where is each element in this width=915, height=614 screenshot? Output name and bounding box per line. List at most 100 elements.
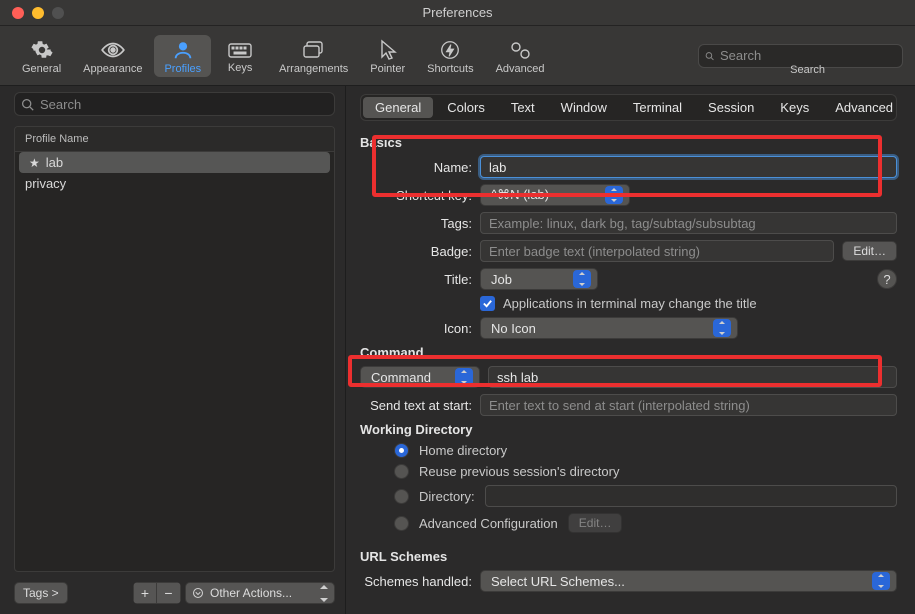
menu-icon — [192, 587, 204, 599]
profile-search[interactable] — [14, 92, 335, 116]
toolbar-label: Keys — [228, 62, 252, 74]
right-panel: General Colors Text Window Terminal Sess… — [346, 86, 915, 614]
schemes-popup[interactable]: Select URL Schemes... — [480, 570, 897, 592]
toolbar-label: Pointer — [370, 63, 405, 75]
toolbar-search-input[interactable] — [714, 48, 896, 63]
left-panel: Profile Name ★ lab privacy Tags > + − — [0, 86, 346, 614]
title-popup[interactable]: Job — [480, 268, 598, 290]
schemes-value: Select URL Schemes... — [491, 574, 864, 589]
keyboard-icon — [228, 40, 252, 60]
profile-icon — [172, 39, 194, 61]
command-type-value: Command — [371, 370, 447, 385]
toolbar-label: Appearance — [83, 63, 142, 75]
other-actions-dropdown[interactable]: Other Actions... — [185, 582, 335, 604]
add-remove-segment: + − — [133, 582, 181, 604]
command-input[interactable] — [488, 366, 897, 388]
command-type-popup[interactable]: Command — [360, 366, 480, 388]
label-icon: Icon: — [350, 321, 480, 336]
apps-change-title-label: Applications in terminal may change the … — [503, 296, 757, 311]
section-url-title: URL Schemes — [360, 549, 897, 564]
profile-tabbar: General Colors Text Window Terminal Sess… — [360, 94, 897, 121]
toolbar-general[interactable]: General — [12, 35, 71, 77]
toolbar-label: Shortcuts — [427, 63, 473, 75]
section-working-title: Working Directory — [360, 422, 897, 437]
section-command-title: Command — [360, 345, 897, 360]
badge-edit-button[interactable]: Edit… — [842, 241, 897, 261]
eye-icon — [100, 39, 126, 61]
profile-name: lab — [46, 155, 63, 170]
gear-icon — [31, 39, 53, 61]
profile-list-header[interactable]: Profile Name — [15, 127, 334, 152]
label-name: Name: — [350, 160, 480, 175]
toolbar-pointer[interactable]: Pointer — [360, 35, 415, 77]
toolbar-label: Arrangements — [279, 63, 348, 75]
label-schemes: Schemes handled: — [350, 574, 480, 589]
add-profile-button[interactable]: + — [133, 582, 157, 604]
tags-input[interactable] — [480, 212, 897, 234]
profile-search-input[interactable] — [40, 97, 328, 112]
radio-reuse[interactable] — [394, 464, 409, 479]
search-icon — [705, 49, 714, 63]
tab-advanced[interactable]: Advanced — [823, 97, 905, 118]
radio-directory-label: Directory: — [419, 489, 475, 504]
toolbar-search-caption: Search — [790, 64, 825, 76]
profile-row-lab[interactable]: ★ lab — [19, 152, 330, 173]
tab-window[interactable]: Window — [549, 97, 619, 118]
radio-advanced[interactable] — [394, 516, 409, 531]
star-icon: ★ — [29, 156, 40, 170]
toolbar-label: Profiles — [164, 63, 201, 75]
label-sendtext: Send text at start: — [350, 398, 480, 413]
other-actions-label: Other Actions... — [210, 586, 292, 600]
toolbar-shortcuts[interactable]: Shortcuts — [417, 35, 483, 77]
tab-colors[interactable]: Colors — [435, 97, 497, 118]
tab-terminal[interactable]: Terminal — [621, 97, 694, 118]
label-title: Title: — [350, 272, 480, 287]
tab-text[interactable]: Text — [499, 97, 547, 118]
radio-home-label: Home directory — [419, 443, 507, 458]
tags-button-label: Tags > — [23, 586, 59, 600]
tab-general[interactable]: General — [363, 97, 433, 118]
profile-row-privacy[interactable]: privacy — [15, 173, 334, 194]
toolbar-advanced[interactable]: Advanced — [486, 35, 555, 77]
section-basics-title: Basics — [360, 135, 897, 150]
toolbar-appearance[interactable]: Appearance — [73, 35, 152, 77]
radio-home[interactable] — [394, 443, 409, 458]
radio-advanced-label: Advanced Configuration — [419, 516, 558, 531]
label-tags: Tags: — [350, 216, 480, 231]
profile-name: privacy — [25, 176, 66, 191]
directory-input[interactable] — [485, 485, 897, 507]
radio-reuse-label: Reuse previous session's directory — [419, 464, 619, 479]
title-value: Job — [491, 272, 565, 287]
tab-session[interactable]: Session — [696, 97, 766, 118]
toolbar-arrangements[interactable]: Arrangements — [269, 35, 358, 77]
advanced-edit-button: Edit… — [568, 513, 623, 533]
bolt-icon — [439, 39, 461, 61]
shortcut-popup[interactable]: ^⌘N (lab) — [480, 184, 630, 206]
remove-profile-button[interactable]: − — [157, 582, 181, 604]
label-badge: Badge: — [350, 244, 480, 259]
search-icon — [21, 98, 34, 111]
tags-button[interactable]: Tags > — [14, 582, 68, 604]
toolbar-label: Advanced — [496, 63, 545, 75]
apps-change-title-checkbox[interactable] — [480, 296, 495, 311]
toolbar-label: General — [22, 63, 61, 75]
label-shortcut: Shortcut key: — [350, 188, 480, 203]
icon-value: No Icon — [491, 321, 705, 336]
check-icon — [482, 298, 493, 309]
sendtext-input[interactable] — [480, 394, 897, 416]
toolbar-profiles[interactable]: Profiles — [154, 35, 211, 77]
windows-icon — [302, 39, 326, 61]
badge-input[interactable] — [480, 240, 834, 262]
tab-keys[interactable]: Keys — [768, 97, 821, 118]
profile-list: Profile Name ★ lab privacy — [14, 126, 335, 572]
window-title: Preferences — [0, 5, 915, 20]
help-button[interactable]: ? — [877, 269, 897, 289]
shortcut-value: ^⌘N (lab) — [491, 187, 597, 203]
radio-directory[interactable] — [394, 489, 409, 504]
icon-popup[interactable]: No Icon — [480, 317, 738, 339]
titlebar: Preferences — [0, 0, 915, 26]
toolbar-keys[interactable]: Keys — [213, 36, 267, 76]
preference-toolbar: General Appearance Profiles Keys Arrange… — [0, 26, 915, 86]
form: Basics Name: Shortcut key: ^⌘N (lab) Tag… — [350, 135, 897, 592]
name-input[interactable] — [480, 156, 897, 178]
